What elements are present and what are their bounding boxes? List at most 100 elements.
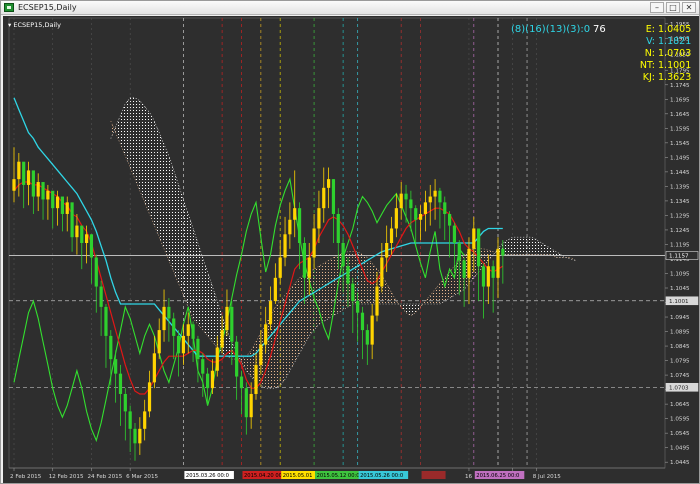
cloud-segment: [512, 237, 518, 255]
candle-body: [186, 324, 190, 336]
candle-body: [341, 243, 345, 267]
cloud-segment: [299, 274, 305, 354]
time-tick-label: 24 Feb 2015: [87, 474, 122, 480]
candle-body: [152, 353, 156, 383]
price-tag-label: 1.1001: [669, 299, 689, 305]
candle-body: [133, 428, 137, 444]
candle-body: [196, 338, 200, 360]
candle-body: [80, 225, 84, 243]
cloud-segment: [318, 263, 324, 325]
candle-body: [312, 228, 316, 258]
candle-body: [486, 266, 490, 287]
cloud-segment: [154, 121, 160, 238]
cloud-segment: [289, 283, 295, 371]
candle-body: [89, 234, 94, 258]
price-tick-label: 1.0545: [670, 431, 690, 437]
candle-body: [438, 190, 442, 203]
candle-body: [210, 370, 215, 389]
candle-body: [128, 411, 132, 429]
cloud-segment: [178, 184, 184, 296]
candle-body: [60, 196, 64, 214]
price-tick-label: 1.0645: [670, 402, 690, 408]
candle-body: [191, 324, 195, 339]
chart-area[interactable]: 1.1955 1.1905 1.1850 1.1795 1.1745 1.1695 1.16…: [3, 16, 699, 483]
readout-value: 1.1001: [658, 60, 691, 71]
candle-body: [351, 283, 355, 302]
candle-body: [496, 248, 500, 278]
candle-body: [370, 315, 374, 345]
candle-body: [123, 393, 127, 412]
cloud-segment: [173, 170, 179, 284]
candle-body: [462, 260, 466, 278]
candle-body: [249, 393, 253, 418]
candle-body: [302, 243, 306, 278]
chart-window: ECSEP15,Daily – □ ✕ 1.1955 1.1905 1.1850 1.: [0, 0, 700, 484]
ichimoku-chart[interactable]: 1.19551.19051.18501.17951.17451.16951.16…: [3, 16, 699, 483]
price-tick-label: 1.1295: [670, 213, 690, 219]
candle-body: [452, 225, 457, 243]
price-tag-label: 1.0703: [669, 385, 689, 391]
price-tick-label: 1.0495: [670, 446, 690, 452]
candle-body: [215, 347, 219, 371]
candle-body: [225, 306, 229, 331]
candle-body: [181, 335, 185, 354]
candle-body: [322, 187, 326, 209]
price-tick-label: 1.1395: [670, 184, 690, 190]
candle-body: [360, 312, 365, 331]
cloud-segment: [149, 112, 155, 226]
price-tick-label: 1.1445: [670, 170, 690, 176]
candle-body: [394, 208, 398, 229]
candle-body: [283, 234, 287, 258]
price-tick-label: 1.1745: [670, 83, 690, 89]
cloud-segment: [309, 269, 315, 336]
time-tick-label: 16: [465, 474, 473, 480]
candle-body: [404, 193, 408, 200]
cloud-segment: [159, 132, 165, 249]
minimize-button[interactable]: –: [650, 2, 664, 13]
cloud-segment: [531, 237, 537, 255]
candle-body: [55, 196, 60, 209]
candle-body: [118, 373, 123, 394]
candle-body: [346, 266, 350, 284]
readout-value: 1.0405: [658, 24, 691, 35]
cloud-segment: [193, 228, 198, 325]
candle-body: [409, 199, 413, 209]
time-tick-label: 8 Jul 2015: [533, 474, 562, 480]
window-titlebar[interactable]: ECSEP15,Daily – □ ✕: [1, 1, 699, 15]
candle-body: [259, 344, 263, 365]
time-tick-label: 2 Feb 2015: [10, 474, 42, 480]
window-controls: – □ ✕: [650, 2, 696, 14]
candle-body: [17, 161, 21, 180]
readout-label: KJ:: [643, 72, 655, 83]
candle-body: [12, 179, 16, 191]
price-tick-label: 1.0745: [670, 373, 690, 379]
candle-body: [22, 161, 26, 185]
cloud-segment: [168, 155, 174, 273]
svg-text:▾ ECSEP15,Daily: ▾ ECSEP15,Daily: [8, 21, 61, 29]
candle-body: [418, 213, 423, 220]
candle-body: [501, 248, 505, 256]
date-marker-label: 2015.05.01: [283, 473, 313, 479]
candle-body: [51, 190, 55, 209]
candle-body: [327, 179, 331, 188]
candle-body: [75, 225, 79, 238]
candle-body: [428, 196, 432, 203]
candle-body: [147, 382, 152, 412]
chart-window-icon: [4, 3, 14, 12]
candle-body: [293, 208, 297, 220]
candle-body: [138, 428, 142, 444]
readout-label: N:: [645, 48, 655, 59]
candle-body: [239, 376, 244, 389]
candle-body: [448, 213, 452, 226]
close-button[interactable]: ✕: [682, 2, 696, 13]
candle-body: [317, 208, 321, 229]
price-tick-label: 1.1195: [670, 242, 690, 248]
candle-body: [264, 324, 268, 345]
price-tick-label: 1.1495: [670, 155, 690, 161]
candle-body: [157, 330, 161, 354]
maximize-button[interactable]: □: [666, 2, 680, 13]
price-tick-label: 1.1045: [670, 286, 690, 292]
candle-body: [36, 182, 40, 197]
candle-body: [167, 306, 171, 319]
candle-body: [297, 208, 302, 243]
